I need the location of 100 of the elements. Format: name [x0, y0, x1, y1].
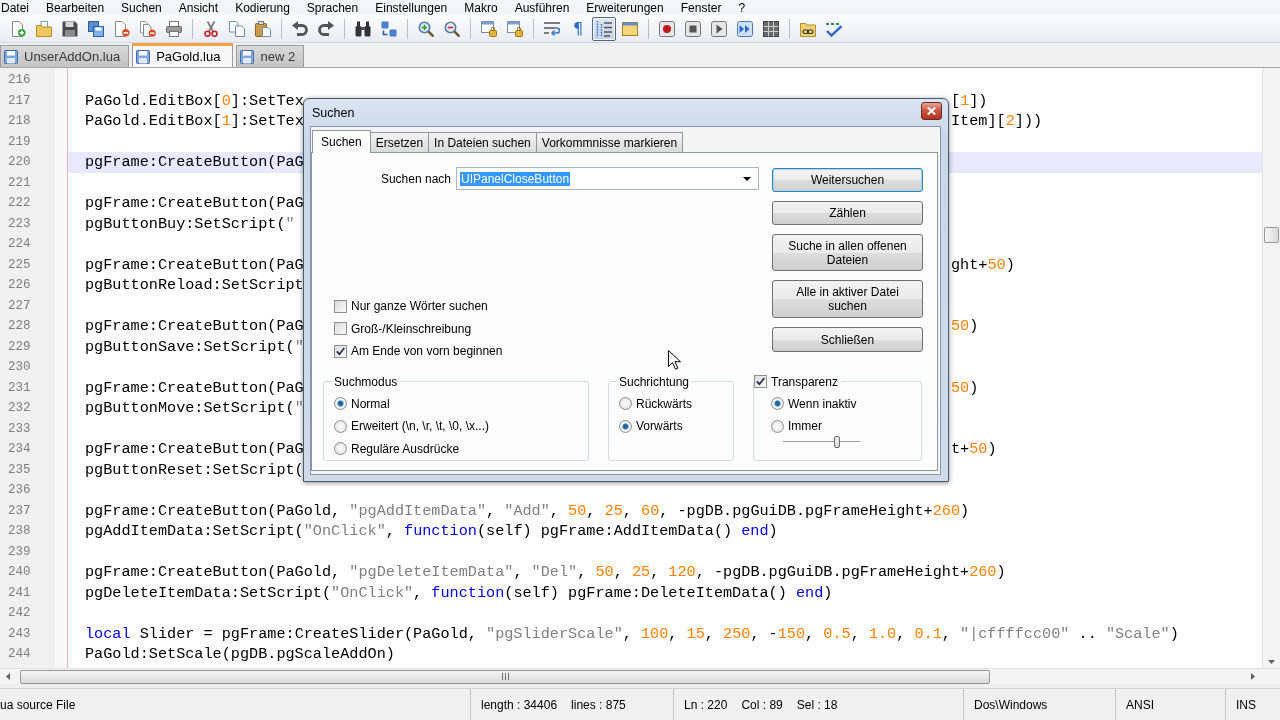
menu-item[interactable]: Makro — [464, 0, 498, 15]
line-number: 244 — [7, 646, 32, 663]
radio-label[interactable]: Vorwärts — [636, 419, 683, 434]
status-text: lines : 875 — [571, 697, 626, 712]
line-number: 231 — [7, 379, 32, 397]
mouse-pointer-icon — [668, 350, 681, 370]
dialog-button[interactable]: Zählen — [772, 201, 923, 225]
menu-item[interactable]: Ausführen — [514, 0, 570, 15]
radio-label[interactable]: Wenn inaktiv — [788, 396, 857, 411]
dialog-button[interactable]: Schließen — [772, 327, 923, 352]
close-all-icon — [140, 20, 156, 37]
code-text: PaGold:SetScale(pgDB.pgScaleAddOn) — [85, 644, 395, 665]
menu-item[interactable]: Bearbeiten — [46, 0, 105, 15]
toolbar-button[interactable] — [592, 16, 616, 41]
scrollbar-thumb[interactable] — [20, 669, 990, 684]
check-mark-icon — [336, 346, 345, 356]
radio-button[interactable] — [619, 419, 632, 433]
checkbox[interactable] — [334, 322, 347, 336]
menu-item[interactable]: Ansicht — [178, 0, 219, 15]
checkbox[interactable] — [754, 375, 767, 388]
radio-button[interactable] — [771, 397, 784, 411]
radio-button[interactable] — [334, 397, 347, 411]
menu-item[interactable]: Kodierung — [235, 0, 290, 15]
copy-icon — [229, 20, 245, 37]
menu-item[interactable]: Einstellungen — [375, 0, 448, 15]
close-button[interactable] — [921, 102, 942, 120]
menu-item[interactable]: Sprachen — [306, 0, 359, 15]
slider-thumb[interactable] — [833, 435, 840, 448]
radio-button[interactable] — [619, 397, 632, 411]
line-number: 221 — [7, 174, 32, 192]
menu-item[interactable]: Datei — [1, 0, 29, 15]
code-text: pgButtonMove:SetScript(" — [85, 398, 304, 419]
document-tab[interactable]: UnserAddOn.lua — [0, 45, 130, 67]
radio-label[interactable]: Normal — [351, 396, 390, 411]
menu-item[interactable]: ? — [738, 0, 746, 15]
toolbar-button[interactable]: ¶ — [566, 16, 590, 41]
dialog-tab[interactable]: Vorkommnisse markieren — [535, 132, 684, 152]
radio-label[interactable]: Immer — [788, 419, 822, 434]
line-number: 241 — [7, 584, 32, 602]
open-folder-icon — [36, 20, 52, 37]
line-number: 217 — [7, 92, 32, 110]
menu-item[interactable]: Suchen — [121, 0, 162, 15]
dialog-tab[interactable]: In Dateien suchen — [428, 132, 537, 152]
scroll-right-arrow-icon[interactable] — [1251, 673, 1255, 680]
group-title: Suchmodus — [333, 374, 399, 389]
dialog-button[interactable]: Alle in aktiver Datei suchen — [772, 280, 923, 318]
code-text: pgFrame:CreateButton(PaG — [85, 193, 304, 214]
line-number: 228 — [7, 318, 32, 335]
vertical-scrollbar[interactable] — [1262, 68, 1280, 668]
line-number: 223 — [7, 215, 32, 233]
code-text: pgDeleteItemData:SetScript("OnClick", function(self) pgFrame:DeleteItemData() end) — [85, 582, 833, 603]
indent-guide-icon — [596, 20, 612, 37]
horizontal-scrollbar[interactable] — [0, 668, 1280, 684]
fast-forward-icon — [737, 20, 753, 37]
line-number: 216 — [7, 72, 32, 89]
code-text: pgFrame:CreateButton(PaG — [85, 316, 304, 337]
radio-button[interactable] — [334, 442, 347, 456]
line-number: 227 — [7, 297, 32, 315]
scroll-left-arrow-icon[interactable] — [6, 673, 10, 680]
line-number: 233 — [7, 420, 32, 438]
code-text: 50) — [951, 316, 979, 337]
window-lock-icon — [507, 20, 523, 37]
dropdown-caret-icon[interactable] — [743, 176, 751, 181]
checkbox[interactable] — [334, 299, 347, 313]
line-number: 239 — [7, 543, 32, 561]
code-text: pgFrame:CreateButton(PaGold, "pgDeleteItemData", "Del", 50, 25, 120, -pgDB.pgGuiDB.pgFrameHeight+260) — [85, 562, 1006, 583]
checkbox-label[interactable]: Am Ende von vorn beginnen — [351, 344, 503, 359]
checkbox-label[interactable]: Nur ganze Wörter suchen — [351, 299, 488, 314]
line-number: 219 — [7, 133, 32, 151]
checkbox-label[interactable]: Transparenz — [771, 374, 838, 389]
checkbox[interactable] — [334, 344, 347, 358]
dialog-button[interactable]: Weitersuchen — [772, 168, 923, 192]
radio-label[interactable]: Erweitert (\n, \r, \t, \0, \x...) — [351, 419, 490, 434]
code-text: pgButtonSave:SetScript(" — [85, 336, 304, 357]
radio-label[interactable]: Rückwärts — [636, 396, 692, 411]
new-file-icon — [10, 20, 26, 37]
status-text: length : 34406 — [481, 697, 558, 712]
radio-button[interactable] — [334, 419, 347, 433]
status-text: INS — [1236, 697, 1256, 712]
checkbox-label[interactable]: Groß-/Kleinschreibung — [351, 321, 472, 336]
dialog-tab[interactable]: Ersetzen — [369, 132, 430, 152]
scrollbar-thumb[interactable] — [1264, 227, 1279, 243]
radio-button[interactable] — [771, 419, 784, 433]
line-number: 222 — [7, 195, 32, 212]
menu-item[interactable]: Fenster — [680, 0, 722, 15]
dialog-tab[interactable]: Suchen — [312, 130, 371, 153]
scroll-down-arrow-icon[interactable] — [1268, 660, 1275, 664]
code-text: pgFrame:CreateButton(PaGold, "pgAddItemData", "Add", 50, 25, 60, -pgDB.pgGuiDB.pgFrameHeight+260) — [85, 500, 970, 521]
zoom-in-icon — [418, 20, 434, 37]
dialog-button[interactable]: Suche in allen offenen Dateien — [772, 234, 923, 271]
grid-icon — [763, 20, 779, 37]
printer-icon — [166, 20, 182, 37]
menu-item[interactable]: Erweiterungen — [586, 0, 664, 15]
radio-label[interactable]: Reguläre Ausdrücke — [351, 441, 460, 456]
status-text: ua source File — [0, 697, 76, 712]
document-tab[interactable]: PaGold.lua — [132, 43, 234, 67]
document-tab[interactable]: new 2 — [236, 45, 305, 67]
code-text: pgFrame:CreateButton(PaG — [85, 254, 304, 275]
code-text: pgAddItemData:SetScript("OnClick", function(self) pgFrame:AddItemData() end) — [85, 521, 778, 542]
line-number: 226 — [7, 277, 32, 294]
